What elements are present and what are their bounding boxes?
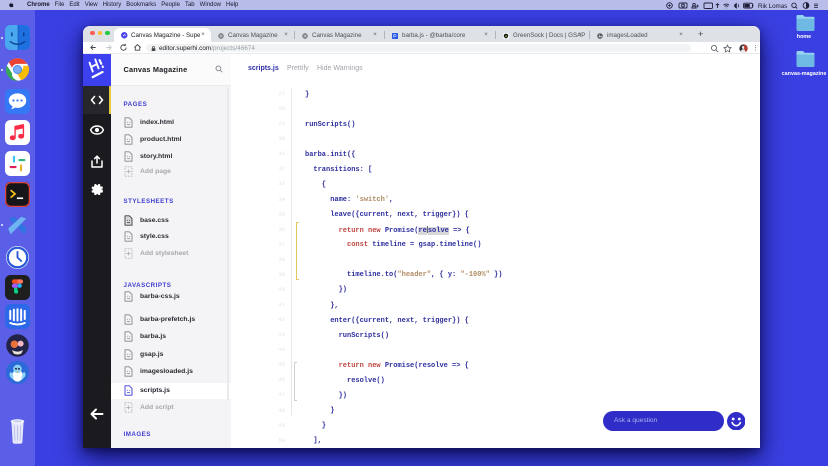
svg-text:Rik Lomas: Rik Lomas — [758, 3, 787, 9]
